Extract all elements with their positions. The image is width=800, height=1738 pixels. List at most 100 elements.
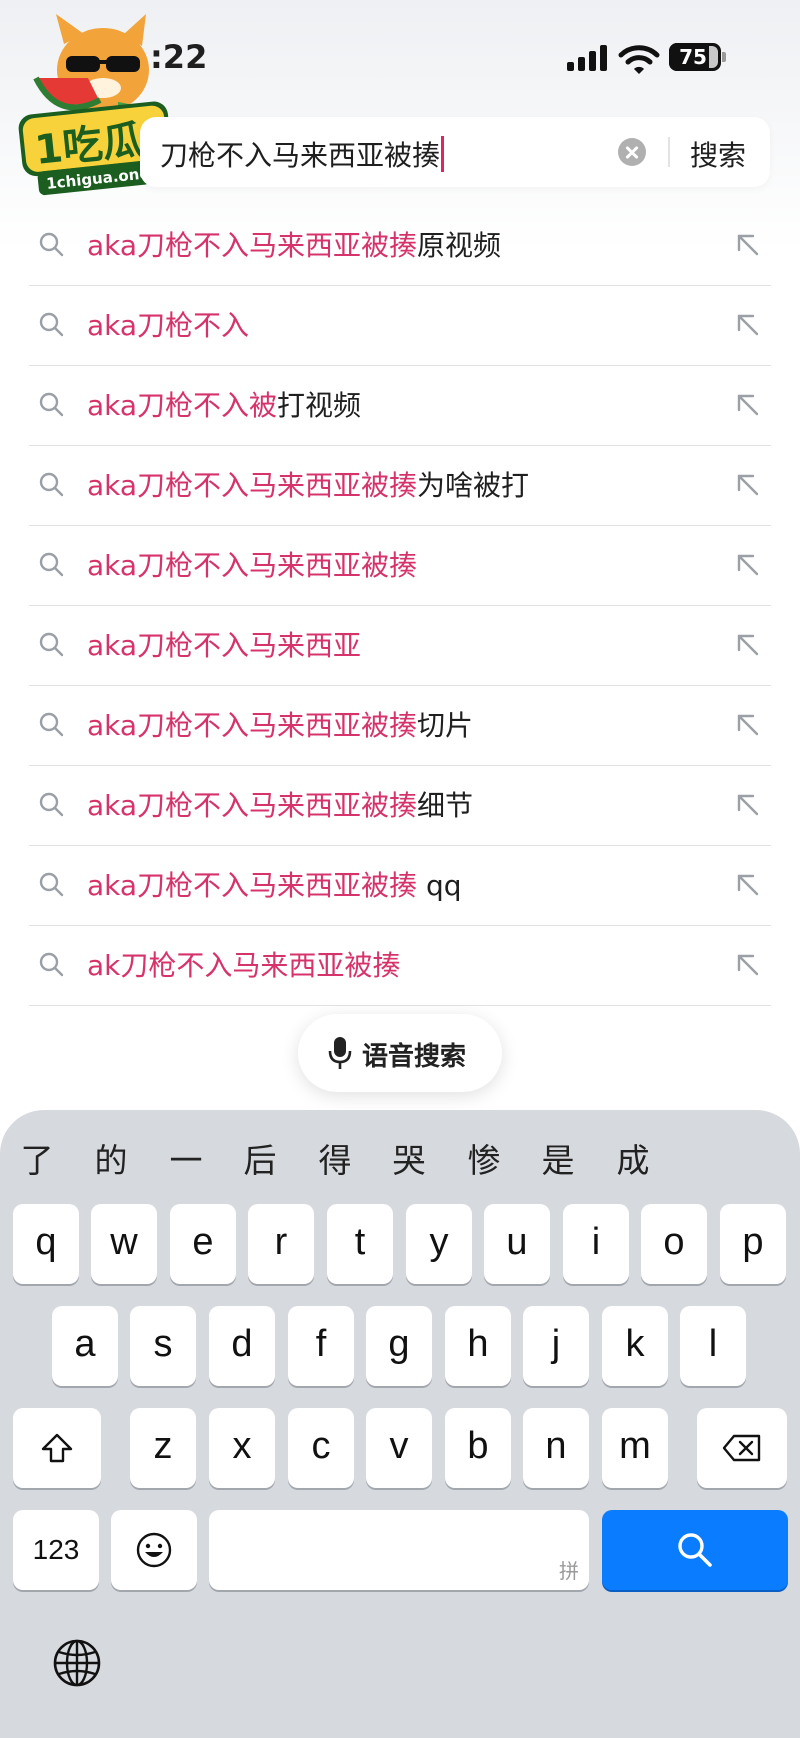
cellular-signal-icon: [567, 45, 609, 71]
battery-nub: [722, 52, 726, 62]
suggestion-item[interactable]: aka刀枪不入马来西亚被揍原视频: [29, 206, 771, 286]
suggestion-rest-text: qq: [417, 869, 462, 902]
search-icon: [39, 312, 64, 337]
suggestion-item[interactable]: aka刀枪不入马来西亚被揍为啥被打: [29, 446, 771, 526]
suggestion-item[interactable]: ak刀枪不入马来西亚被揍: [29, 926, 771, 1006]
suggestion-match-text: aka刀枪不入: [87, 309, 250, 342]
candidate-word[interactable]: 是: [538, 1134, 578, 1182]
suggestion-item[interactable]: aka刀枪不入马来西亚: [29, 606, 771, 686]
search-icon: [39, 792, 64, 817]
candidate-word[interactable]: 了: [17, 1134, 57, 1182]
key-d[interactable]: d: [209, 1306, 275, 1386]
battery-icon: 75: [669, 43, 721, 71]
key-i[interactable]: i: [563, 1204, 629, 1284]
suggestion-match-text: aka刀枪不入马来西亚被揍: [87, 709, 418, 742]
fill-query-arrow-icon[interactable]: [733, 950, 761, 978]
suggestion-item[interactable]: aka刀枪不入马来西亚被揍: [29, 526, 771, 606]
fill-query-arrow-icon[interactable]: [733, 550, 761, 578]
globe-icon[interactable]: [52, 1638, 102, 1688]
key-w[interactable]: w: [91, 1204, 157, 1284]
space-key[interactable]: 拼: [209, 1510, 589, 1590]
candidate-word[interactable]: 得: [315, 1134, 355, 1182]
key-j[interactable]: j: [523, 1306, 589, 1386]
fill-query-arrow-icon[interactable]: [733, 870, 761, 898]
suggestion-item[interactable]: aka刀枪不入马来西亚被揍切片: [29, 686, 771, 766]
emoji-key[interactable]: [111, 1510, 197, 1590]
search-input[interactable]: 刀枪不入马来西亚被揍: [160, 134, 445, 174]
key-t[interactable]: t: [327, 1204, 393, 1284]
suggestion-item[interactable]: aka刀枪不入马来西亚被揍细节: [29, 766, 771, 846]
key-y[interactable]: y: [406, 1204, 472, 1284]
suggestion-rest-text: 原视频: [417, 229, 502, 262]
fill-query-arrow-icon[interactable]: [733, 390, 761, 418]
numbers-key[interactable]: 123: [13, 1510, 99, 1590]
key-v[interactable]: v: [366, 1408, 432, 1488]
suggestion-item[interactable]: aka刀枪不入马来西亚被揍 qq: [29, 846, 771, 926]
candidate-word[interactable]: 一: [166, 1134, 206, 1182]
search-icon: [39, 392, 64, 417]
key-l[interactable]: l: [680, 1306, 746, 1386]
search-icon: [39, 712, 64, 737]
candidate-word[interactable]: 的: [91, 1134, 131, 1182]
key-s[interactable]: s: [130, 1306, 196, 1386]
key-n[interactable]: n: [523, 1408, 589, 1488]
keyboard-search-key[interactable]: [602, 1510, 788, 1590]
suggestion-item[interactable]: aka刀枪不入: [29, 286, 771, 366]
key-g[interactable]: g: [366, 1306, 432, 1386]
key-e[interactable]: e: [170, 1204, 236, 1284]
key-k[interactable]: k: [602, 1306, 668, 1386]
search-icon: [39, 552, 64, 577]
key-o[interactable]: o: [641, 1204, 707, 1284]
key-x[interactable]: x: [209, 1408, 275, 1488]
search-bar-divider: [668, 137, 670, 167]
key-b[interactable]: b: [445, 1408, 511, 1488]
suggestion-match-text: aka刀枪不入被: [87, 389, 278, 422]
candidate-word[interactable]: 后: [240, 1134, 280, 1182]
search-submit-button[interactable]: 搜索: [690, 134, 746, 174]
suggestion-match-text: aka刀枪不入马来西亚被揍: [87, 469, 418, 502]
shift-key[interactable]: [13, 1408, 101, 1488]
search-icon: [678, 1533, 712, 1567]
candidate-bar: 了 的 一 后 得 哭 惨 是 成: [0, 1110, 800, 1202]
candidate-word[interactable]: 哭: [389, 1134, 429, 1182]
suggestion-rest-text: 打视频: [277, 389, 362, 422]
candidate-word[interactable]: 惨: [464, 1134, 504, 1182]
suggestion-rest-text: 为啥被打: [417, 469, 530, 502]
search-icon: [39, 632, 64, 657]
key-a[interactable]: a: [52, 1306, 118, 1386]
fill-query-arrow-icon[interactable]: [733, 790, 761, 818]
search-query-text: 刀枪不入马来西亚被揍: [160, 139, 441, 172]
backspace-icon: [722, 1434, 761, 1462]
voice-search-label: 语音搜索: [362, 1042, 467, 1072]
key-r[interactable]: r: [248, 1204, 314, 1284]
key-u[interactable]: u: [484, 1204, 550, 1284]
key-c[interactable]: c: [288, 1408, 354, 1488]
suggestion-item[interactable]: aka刀枪不入被打视频: [29, 366, 771, 446]
suggestion-match-text: aka刀枪不入马来西亚被揍: [87, 869, 418, 902]
voice-search-button[interactable]: 语音搜索: [298, 1014, 502, 1092]
backspace-key[interactable]: [697, 1408, 787, 1488]
suggestion-match-text: aka刀枪不入马来西亚被揍: [87, 549, 418, 582]
suggestion-match-text: ak刀枪不入马来西亚被揍: [87, 949, 401, 982]
search-icon: [39, 472, 64, 497]
fill-query-arrow-icon[interactable]: [733, 470, 761, 498]
suggestion-list: aka刀枪不入马来西亚被揍原视频 aka刀枪不入 aka刀枪不入被打视频 aka…: [29, 206, 771, 1006]
fill-query-arrow-icon[interactable]: [733, 710, 761, 738]
key-p[interactable]: p: [720, 1204, 786, 1284]
key-z[interactable]: z: [130, 1408, 196, 1488]
candidate-word[interactable]: 成: [613, 1134, 653, 1182]
key-m[interactable]: m: [602, 1408, 668, 1488]
key-h[interactable]: h: [445, 1306, 511, 1386]
suggestion-match-text: aka刀枪不入马来西亚被揍: [87, 789, 418, 822]
fill-query-arrow-icon[interactable]: [733, 630, 761, 658]
fill-query-arrow-icon[interactable]: [733, 310, 761, 338]
search-icon: [39, 232, 64, 257]
key-f[interactable]: f: [288, 1306, 354, 1386]
pinyin-mark: 拼: [559, 1561, 579, 1583]
microphone-icon: [328, 1037, 352, 1069]
fill-query-arrow-icon[interactable]: [733, 230, 761, 258]
key-q[interactable]: q: [13, 1204, 79, 1284]
search-icon: [39, 952, 64, 977]
shift-icon: [41, 1433, 73, 1463]
clear-input-button[interactable]: [618, 138, 646, 166]
